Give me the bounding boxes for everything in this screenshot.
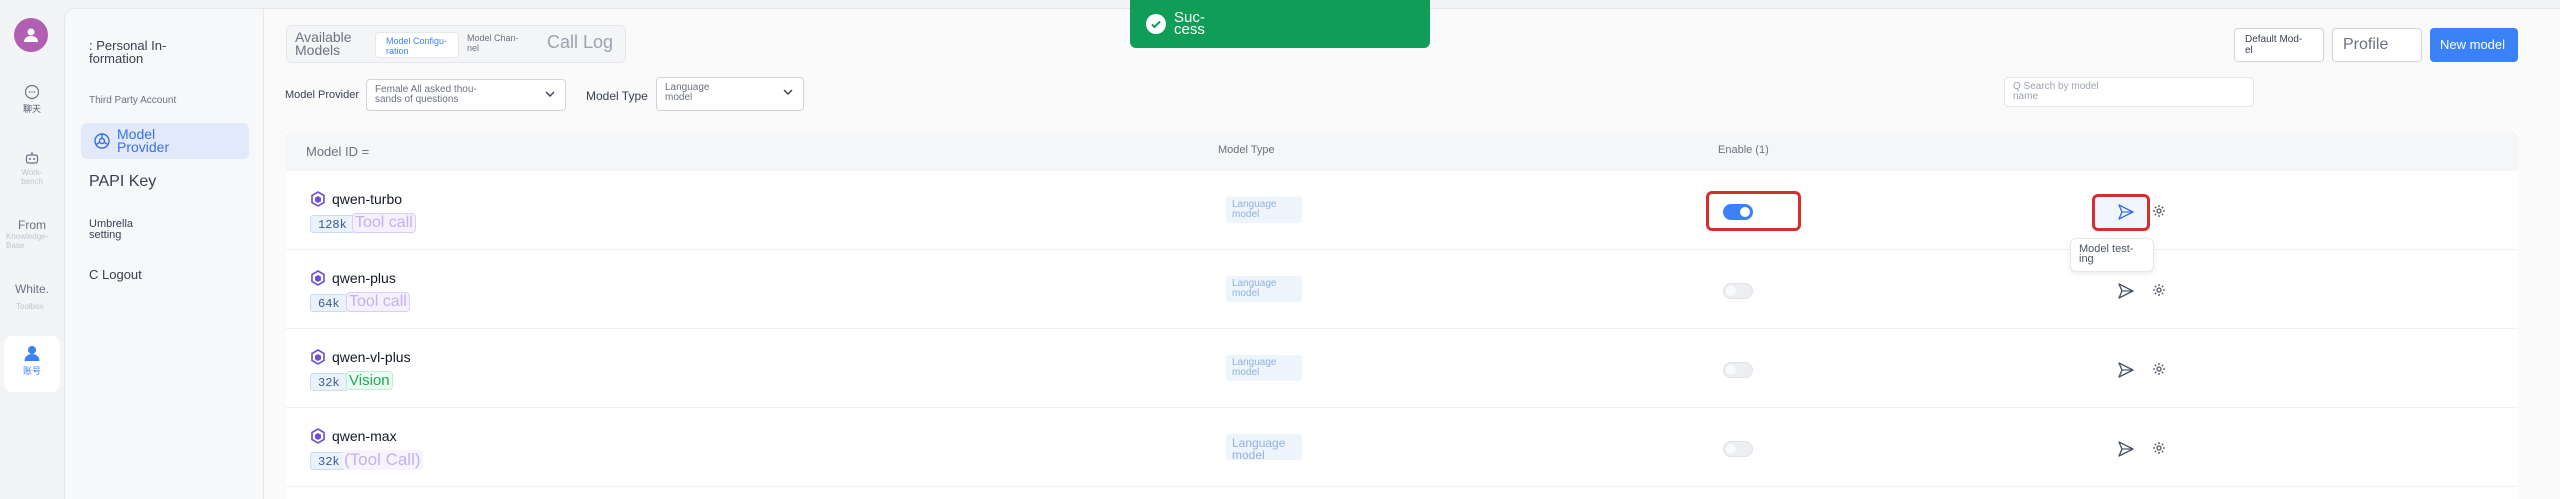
rail-item-knowledge[interactable]: From Knowledge- Base	[4, 218, 60, 250]
tab-bar: Available Models Model Configu- ration M…	[286, 25, 626, 63]
gear-icon[interactable]	[2152, 362, 2166, 376]
rail-item-sublabel: Toolbox	[16, 302, 44, 311]
umbrella-setting-link[interactable]: Umbrella setting	[89, 219, 133, 241]
model-type-tag: Language model	[1226, 355, 1302, 381]
rail-item-sublabel: Knowledge- Base	[6, 232, 49, 250]
models-table: Model ID = Model Type Enable (1) qwen-tu…	[286, 131, 2518, 499]
user-icon	[24, 28, 38, 42]
table-row: qwen-max 32k (Tool Call) Language model	[286, 408, 2518, 487]
model-type-tag: Language model	[1226, 197, 1302, 223]
tab-model-configuration[interactable]: Model Configu- ration	[375, 32, 459, 58]
rail-item-chat[interactable]: 聊天	[4, 84, 60, 115]
enable-toggle[interactable]	[1723, 441, 1753, 457]
new-model-button[interactable]: New model	[2430, 28, 2518, 62]
rail-item-toolbox[interactable]: White. Toolbox	[4, 282, 60, 311]
provider-icon	[94, 133, 110, 149]
model-provider-filter-label: Model Provider	[285, 89, 359, 101]
context-badge: 128k	[310, 215, 355, 233]
send-icon[interactable]	[2116, 439, 2136, 459]
user-avatar[interactable]	[14, 18, 48, 52]
enable-toggle[interactable]	[1723, 283, 1753, 299]
default-model-button[interactable]: Default Mod- el	[2234, 28, 2324, 62]
header-model-type: Model Type	[1218, 144, 1275, 156]
model-provider-select[interactable]: Female All asked thou- sands of question…	[366, 79, 566, 111]
model-provider-label: Model Provider	[117, 126, 170, 155]
rail-item-label: 聊天	[22, 104, 41, 114]
model-name: qwen-turbo	[332, 191, 403, 207]
success-toast: Suc- cess	[1130, 0, 1430, 48]
qwen-logo-icon	[311, 270, 325, 286]
profile-button[interactable]: Profile	[2332, 28, 2422, 62]
chat-icon	[24, 84, 40, 100]
model-test-button-highlight	[2092, 194, 2150, 231]
header-model-id[interactable]: Model ID =	[306, 144, 369, 159]
robot-icon	[25, 152, 39, 164]
table-row: qwen-turbo 128k Tool call Language model	[286, 171, 2518, 250]
personal-info-link[interactable]: : Personal In- formation	[89, 39, 166, 65]
table-row: qwen-plus 64k Tool call Language model	[286, 250, 2518, 329]
rail-item-label: White.	[14, 282, 49, 296]
enable-toggle-highlight	[1706, 191, 1801, 231]
capability-badge: Tool call	[346, 292, 410, 312]
model-testing-tooltip: Model test- ing	[2070, 238, 2154, 272]
rail-item-label: From	[18, 218, 46, 232]
qwen-logo-icon	[311, 428, 325, 444]
model-provider-select-value: Female All asked thou- sands of question…	[375, 84, 477, 105]
logout-link[interactable]: C Logout	[89, 267, 142, 282]
table-header: Model ID = Model Type Enable (1)	[286, 131, 2518, 171]
model-name: qwen-plus	[332, 270, 396, 286]
context-badge: 64k	[310, 294, 348, 312]
model-name: qwen-vl-plus	[332, 349, 411, 365]
header-enable: Enable (1)	[1718, 144, 1769, 156]
rail-item-label: Work- bench	[21, 168, 43, 186]
settings-panel: : Personal In- formation Third Party Acc…	[64, 8, 264, 499]
papi-key-link[interactable]: PAPI Key	[89, 173, 156, 191]
rail-item-label: 账号	[22, 366, 41, 376]
main-content: Available Models Model Configu- ration M…	[264, 8, 2560, 499]
qwen-logo-icon	[311, 349, 325, 365]
context-badge: 32k	[310, 373, 348, 391]
capability-badge: (Tool Call)	[342, 450, 423, 470]
chevron-down-icon	[545, 91, 555, 97]
gear-icon[interactable]	[2152, 283, 2166, 297]
send-icon[interactable]	[2116, 281, 2136, 301]
person-icon	[24, 346, 40, 361]
table-row: qwen-vl-plus 32k Vision Language model	[286, 329, 2518, 408]
tab-model-channel[interactable]: Model Chan- nel	[467, 33, 519, 53]
gear-icon[interactable]	[2152, 204, 2166, 218]
model-provider-link[interactable]: Model Provider	[81, 123, 249, 159]
model-type-select-value: Language model	[665, 82, 710, 103]
chevron-down-icon	[783, 89, 793, 95]
tab-call-log[interactable]: Call Log	[547, 32, 613, 53]
capability-badge: Tool call	[352, 213, 416, 233]
send-icon[interactable]	[2116, 360, 2136, 380]
model-type-tag: Language model	[1226, 434, 1302, 461]
enable-toggle[interactable]	[1723, 362, 1753, 378]
toast-message: Suc- cess	[1174, 9, 1205, 38]
left-rail: 聊天 Work- bench From Knowledge- Base Whit…	[0, 0, 64, 499]
rail-item-workbench[interactable]: Work- bench	[4, 150, 60, 186]
qwen-logo-icon	[311, 191, 325, 207]
model-name: qwen-max	[332, 428, 397, 444]
model-type-tag: Language model	[1226, 276, 1302, 302]
model-type-filter-label: Model Type	[586, 89, 648, 103]
rail-item-account[interactable]: 账号	[4, 336, 60, 392]
check-circle-icon	[1146, 14, 1166, 34]
third-party-account-link[interactable]: Third Party Account	[89, 95, 176, 106]
gear-icon[interactable]	[2152, 441, 2166, 455]
tab-available-models[interactable]: Available Models	[295, 30, 352, 57]
search-input[interactable]: Q Search by model name	[2004, 77, 2254, 107]
capability-badge: Vision	[346, 371, 393, 390]
model-type-select[interactable]: Language model	[656, 77, 804, 111]
